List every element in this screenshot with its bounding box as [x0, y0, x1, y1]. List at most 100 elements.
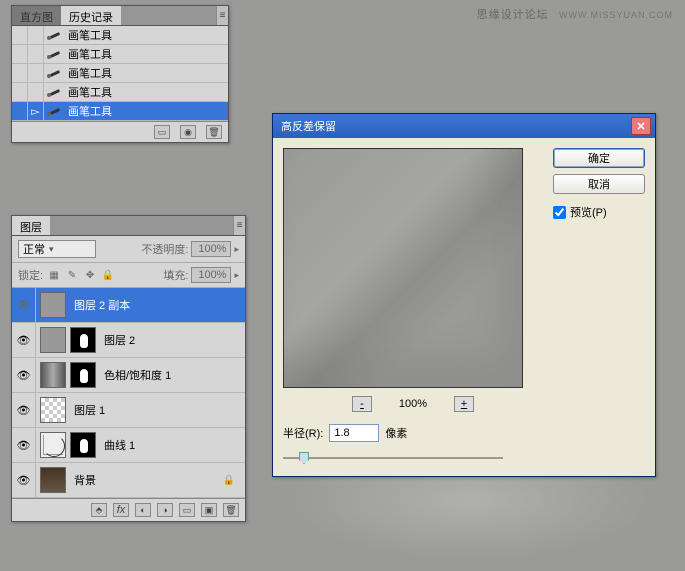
lock-position-icon[interactable]: ✥ [83, 268, 97, 282]
visibility-icon[interactable] [12, 358, 36, 392]
history-item-label: 画笔工具 [66, 84, 112, 100]
visibility-icon[interactable] [12, 323, 36, 357]
layer-name[interactable]: 图层 2 副本 [70, 297, 130, 313]
radius-input[interactable] [329, 424, 379, 442]
brush-icon [48, 86, 62, 98]
layer-thumbnail[interactable] [40, 292, 66, 318]
opacity-value[interactable]: 100% [191, 241, 231, 257]
layer-content: 曲线 1 [36, 430, 245, 460]
lock-icon: 🔒 [223, 475, 235, 486]
new-layer-icon[interactable]: ▣ [201, 503, 217, 517]
hist-col1 [12, 64, 28, 82]
close-icon[interactable]: ✕ [631, 117, 651, 135]
hist-col2 [28, 26, 44, 44]
preview-checkbox-input[interactable] [553, 206, 566, 219]
trash-icon[interactable]: 🗑 [206, 125, 222, 139]
radius-slider[interactable] [283, 450, 503, 466]
layer-name[interactable]: 背景 [70, 472, 96, 488]
visibility-icon[interactable] [12, 428, 36, 462]
history-item-label: 画笔工具 [66, 103, 112, 119]
mask-thumbnail[interactable] [70, 362, 96, 388]
history-item-label: 画笔工具 [66, 27, 112, 43]
history-tabs: 直方图 历史记录 [12, 6, 228, 26]
link-icon[interactable]: ⬘ [91, 503, 107, 517]
tab-layers[interactable]: 图层 [12, 216, 50, 235]
hist-col1 [12, 45, 28, 63]
mask-thumbnail[interactable] [70, 432, 96, 458]
tab-history[interactable]: 历史记录 [61, 6, 121, 25]
fill-arrow-icon[interactable]: ▸ [234, 270, 239, 281]
new-doc-icon[interactable]: ▭ [154, 125, 170, 139]
hist-col2 [28, 64, 44, 82]
layer-content: 图层 2 [36, 325, 245, 355]
zoom-controls: - 100% + [283, 388, 543, 420]
opacity-arrow-icon[interactable]: ▸ [234, 244, 239, 255]
lock-all-icon[interactable]: 🔒 [101, 268, 115, 282]
visibility-icon[interactable] [12, 288, 36, 322]
panel-menu-icon[interactable] [216, 6, 228, 25]
mask-icon[interactable]: ◐ [135, 503, 151, 517]
layer-row[interactable]: 图层 1 [12, 393, 245, 428]
visibility-icon[interactable] [12, 393, 36, 427]
blend-mode-dropdown[interactable]: 正常 [18, 240, 96, 258]
layer-content: 色相/饱和度 1 [36, 360, 245, 390]
mask-thumbnail[interactable] [70, 327, 96, 353]
layer-thumbnail[interactable] [40, 467, 66, 493]
layer-thumbnail[interactable] [40, 432, 66, 458]
history-footer: ▭ ◉ 🗑 [12, 121, 228, 142]
hist-col1 [12, 102, 28, 120]
zoom-out-button[interactable]: - [352, 396, 372, 412]
group-icon[interactable]: ▭ [179, 503, 195, 517]
layer-name[interactable]: 色相/饱和度 1 [100, 367, 171, 383]
layers-footer: ⬘ fx ◐ ◑ ▭ ▣ 🗑 [12, 498, 245, 521]
ok-button[interactable]: 确定 [553, 148, 645, 168]
layer-row[interactable]: 曲线 1 [12, 428, 245, 463]
current-marker-icon: ▻ [31, 105, 39, 118]
layer-row[interactable]: 图层 2 副本 [12, 288, 245, 323]
layer-thumbnail[interactable] [40, 327, 66, 353]
cancel-label: 取消 [588, 176, 610, 192]
history-item[interactable]: ▻ 画笔工具 [12, 102, 228, 121]
layers-tabs: 图层 [12, 216, 245, 236]
layer-name[interactable]: 图层 1 [70, 402, 105, 418]
lock-pixels-icon[interactable]: ✎ [65, 268, 79, 282]
tab-histogram[interactable]: 直方图 [12, 6, 61, 25]
history-item[interactable]: 画笔工具 [12, 83, 228, 102]
watermark-url: WWW.MISSYUAN.COM [559, 10, 673, 20]
history-item[interactable]: 画笔工具 [12, 45, 228, 64]
watermark: 思缘设计论坛 WWW.MISSYUAN.COM [477, 6, 673, 22]
cancel-button[interactable]: 取消 [553, 174, 645, 194]
layer-name[interactable]: 曲线 1 [100, 437, 135, 453]
layer-row[interactable]: 色相/饱和度 1 [12, 358, 245, 393]
visibility-icon[interactable] [12, 463, 36, 497]
layer-row[interactable]: 图层 2 [12, 323, 245, 358]
history-list: 画笔工具画笔工具画笔工具画笔工具▻画笔工具 [12, 26, 228, 121]
history-item[interactable]: 画笔工具 [12, 26, 228, 45]
fill-value[interactable]: 100% [191, 267, 231, 283]
adjustment-icon[interactable]: ◑ [157, 503, 173, 517]
high-pass-dialog: 高反差保留 ✕ - 100% + 半径(R): 像素 确定 取消 [272, 113, 656, 477]
layer-thumbnail[interactable] [40, 397, 66, 423]
layers-controls-row2: 锁定: ▦ ✎ ✥ 🔒 填充: 100% ▸ [12, 263, 245, 288]
layer-name[interactable]: 图层 2 [100, 332, 135, 348]
watermark-main: 思缘设计论坛 [477, 9, 549, 21]
delete-icon[interactable]: 🗑 [223, 503, 239, 517]
layer-row[interactable]: 背景 🔒 [12, 463, 245, 498]
history-item-label: 画笔工具 [66, 46, 112, 62]
slider-thumb[interactable] [299, 452, 309, 464]
lock-transparency-icon[interactable]: ▦ [47, 268, 61, 282]
fx-icon[interactable]: fx [113, 503, 129, 517]
layers-menu-icon[interactable] [233, 216, 245, 235]
brush-icon [48, 29, 62, 41]
history-item[interactable]: 画笔工具 [12, 64, 228, 83]
preview-box[interactable] [283, 148, 523, 388]
layers-controls-row1: 正常 不透明度: 100% ▸ [12, 236, 245, 263]
radius-row: 半径(R): 像素 [283, 420, 543, 446]
lock-icons: ▦ ✎ ✥ 🔒 [47, 268, 115, 282]
snapshot-icon[interactable]: ◉ [180, 125, 196, 139]
radius-unit: 像素 [385, 425, 407, 441]
dialog-titlebar[interactable]: 高反差保留 ✕ [273, 114, 655, 138]
zoom-in-button[interactable]: + [454, 396, 474, 412]
preview-checkbox[interactable]: 预览(P) [553, 204, 645, 220]
layer-thumbnail[interactable] [40, 362, 66, 388]
